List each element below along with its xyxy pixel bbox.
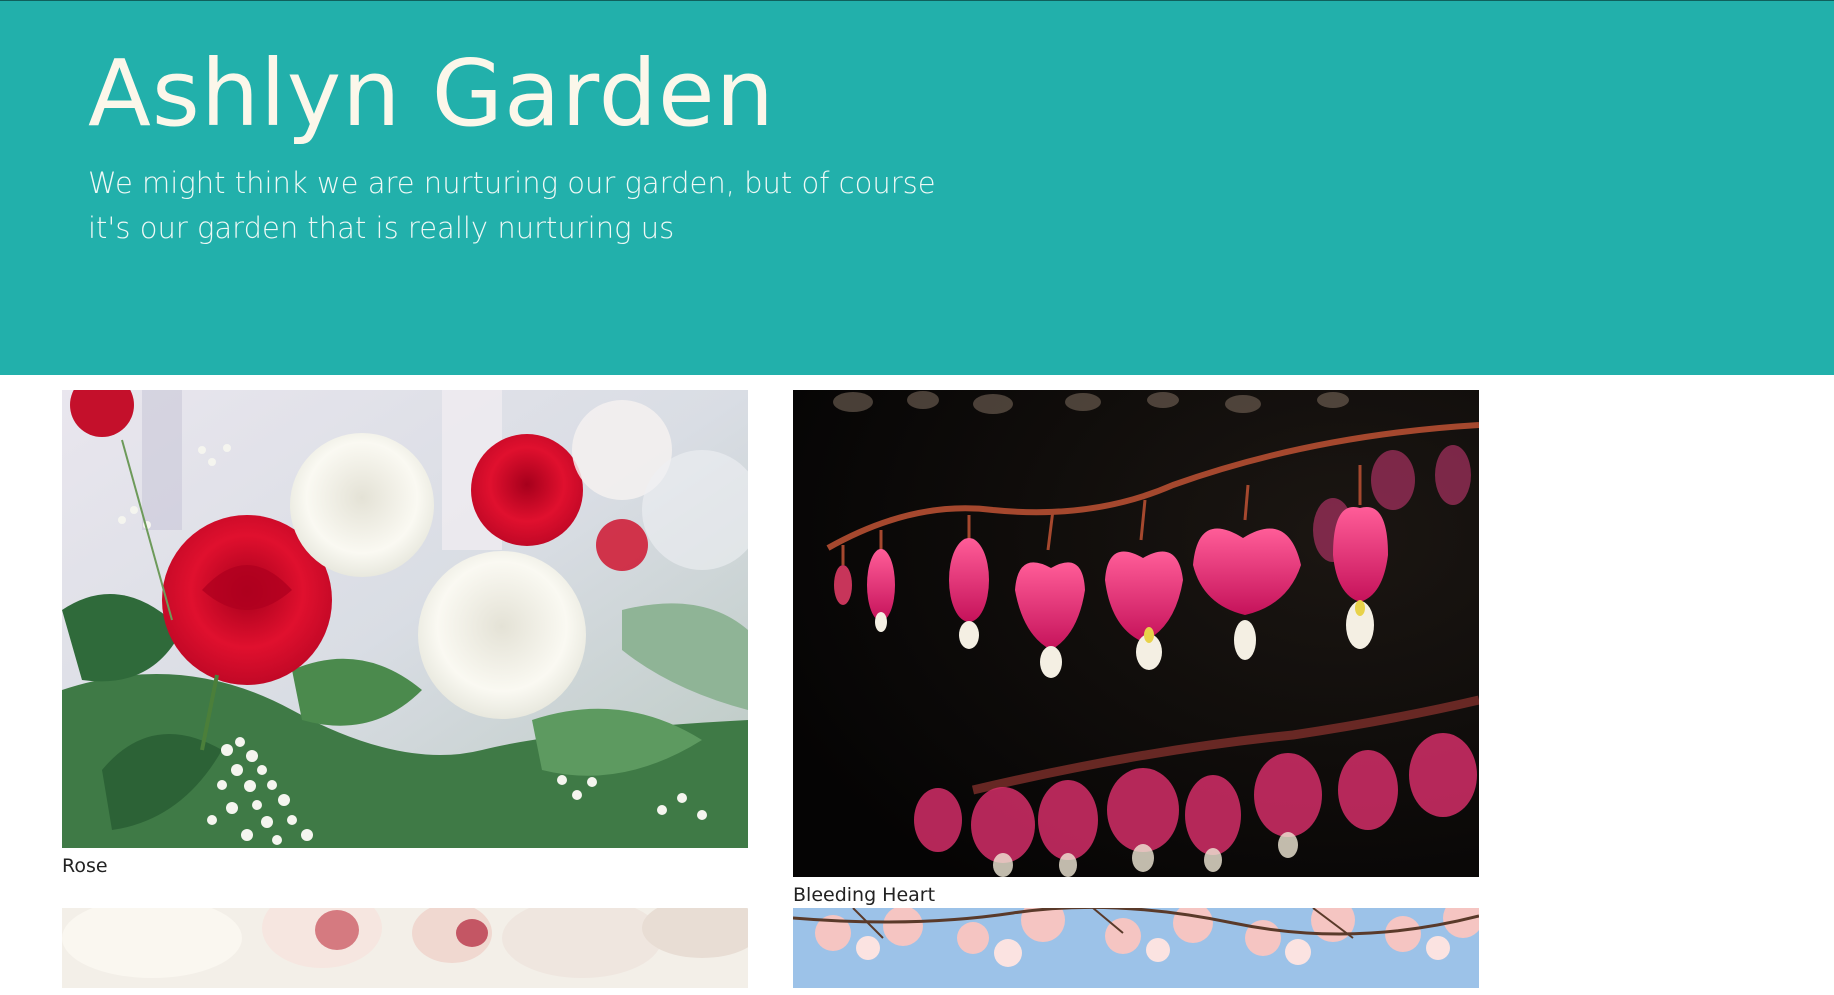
gallery-card-cherry-blossom[interactable] [793,908,1479,995]
cherry-blossom-image [793,908,1479,988]
bleeding-heart-photo[interactable] [793,390,1479,877]
gallery-card-orchid[interactable] [62,908,748,995]
bleeding-heart-caption: Bleeding Heart [793,884,936,906]
rose-image [62,390,748,848]
orchid-image [62,908,748,988]
rose-photo[interactable] [62,390,748,848]
orchid-photo[interactable] [62,908,748,988]
site-title: Ashlyn Garden [88,40,775,147]
site-header: Ashlyn Garden We might think we are nurt… [0,0,1834,375]
site-tagline: We might think we are nurturing our gard… [88,166,936,245]
gallery-card-rose[interactable]: Rose [62,390,748,877]
cherry-blossom-photo[interactable] [793,908,1479,988]
rose-caption: Rose [62,855,108,877]
gallery-card-bleeding-heart[interactable]: Bleeding Heart [793,390,1479,906]
bleeding-heart-image [793,390,1479,877]
